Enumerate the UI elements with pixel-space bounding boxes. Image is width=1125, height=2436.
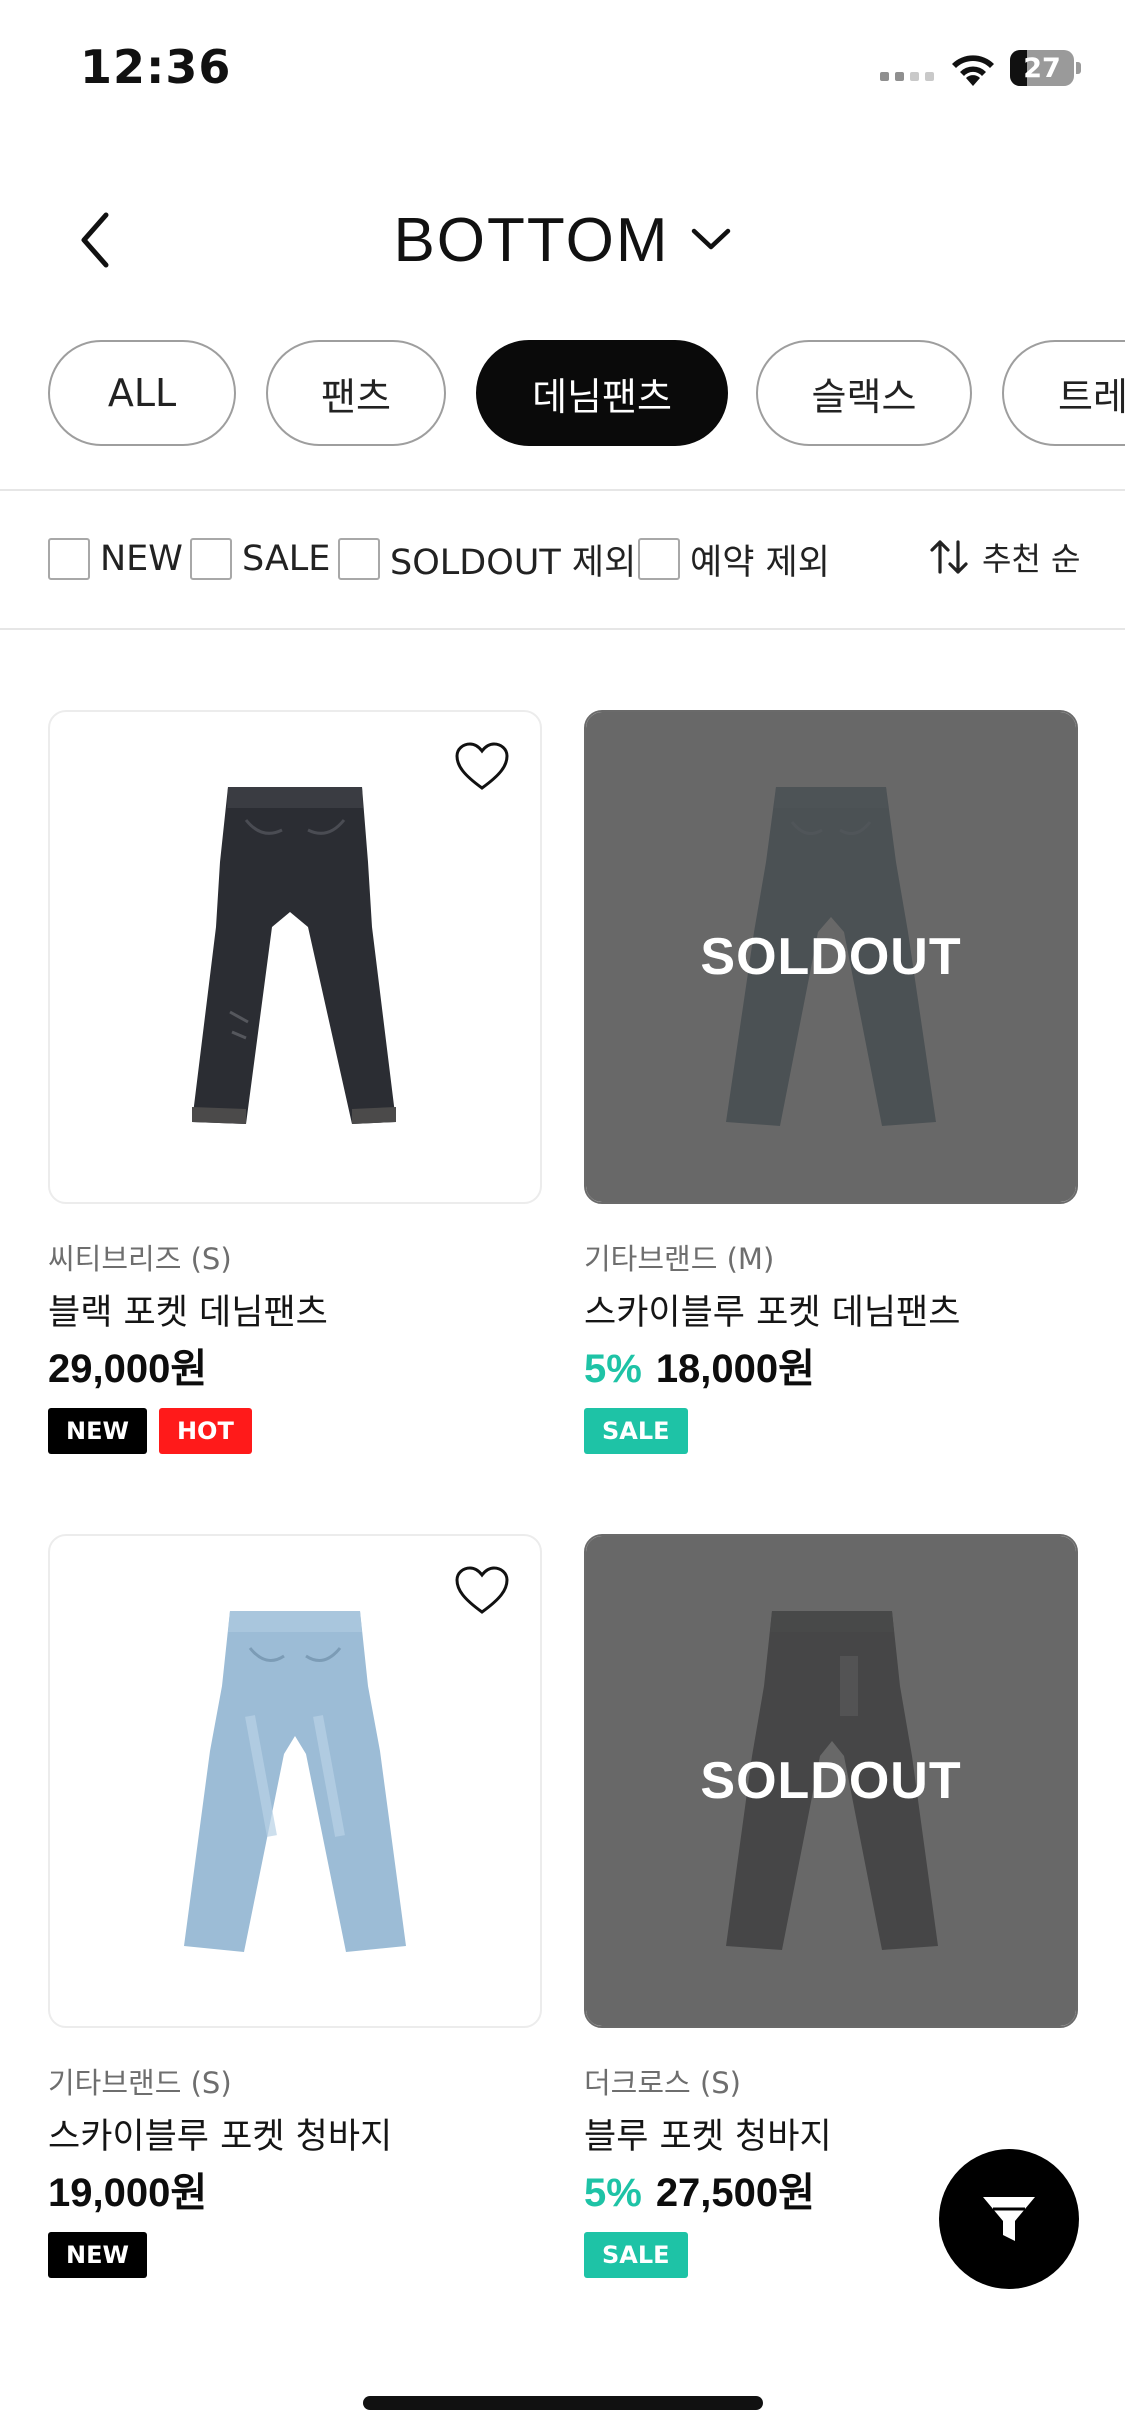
category-chip-bar: ALL 팬츠 데님팬츠 슬랙스 트레 [0,340,1125,448]
divider [0,628,1125,630]
checkbox[interactable] [338,538,380,580]
product-image[interactable]: SOLDOUT [584,710,1078,1204]
product-brand: 기타브랜드 (S) [48,2066,232,2100]
battery-level: 27 [1023,52,1061,84]
filter-exclude-reservation[interactable]: 예약 제외 [638,536,830,583]
product-price: 18,000원 [655,1347,815,1391]
price-row: 5% 27,500원 [584,2160,815,2218]
chip-pants[interactable]: 팬츠 [266,340,446,446]
discount-rate: 5% [584,2171,642,2215]
wifi-icon [952,55,994,86]
product-price: 19,000원 [48,2171,208,2215]
filter-fab-button[interactable] [939,2149,1079,2289]
chevron-down-icon [691,228,730,250]
filter-label: 예약 제외 [690,542,830,583]
badge-hot: HOT [158,1408,252,1454]
product-name[interactable]: 스카이블루 포켓 데님팬츠 [584,1284,960,1335]
soldout-overlay: SOLDOUT [586,1536,1076,2026]
battery-cap [1076,62,1081,74]
filter-label: SALE [242,539,331,579]
chip-denim-pants[interactable]: 데님팬츠 [476,340,728,446]
product-image[interactable] [48,1534,542,2028]
sort-arrows-icon [930,540,968,574]
filter-new[interactable]: NEW [48,536,183,582]
product-brand: 더크로스 (S) [584,2066,741,2100]
product-brand: 씨티브리즈 (S) [48,1242,232,1276]
divider [0,489,1125,491]
cellular-signal-icon [880,72,934,81]
checkbox[interactable] [190,538,232,580]
badge-new: NEW [48,2232,147,2278]
app-screen: 12:36 27 BOTTOM ALL 팬츠 데님팬츠 슬랙스 트레 NEW S… [0,0,1125,2436]
product-brand: 기타브랜드 (M) [584,1242,775,1276]
heart-icon[interactable] [454,742,510,792]
sort-button[interactable]: 추천 순 [928,532,1081,582]
badge-group: NEW [48,2232,147,2278]
sort-label: 추천 순 [982,540,1081,578]
battery-icon: 27 [1010,50,1074,86]
filter-funnel-icon [983,2197,1035,2241]
product-price: 27,500원 [655,2171,815,2215]
badge-group: SALE [584,2232,688,2278]
category-title-dropdown[interactable]: BOTTOM [0,190,1125,290]
product-name[interactable]: 스카이블루 포켓 청바지 [48,2108,392,2159]
page-title: BOTTOM [393,205,670,275]
filter-exclude-soldout[interactable]: SOLDOUT 제외 [338,536,637,583]
chip-slacks[interactable]: 슬랙스 [756,340,972,446]
chip-training[interactable]: 트레 [1002,340,1125,446]
product-price: 29,000원 [48,1347,208,1391]
product-name[interactable]: 블루 포켓 청바지 [584,2108,832,2159]
heart-icon[interactable] [454,1566,510,1616]
status-time: 12:36 [80,40,232,94]
badge-group: SALE [584,1408,688,1454]
price-row: 19,000원 [48,2160,207,2218]
product-image[interactable]: SOLDOUT [584,1534,1078,2028]
product-name[interactable]: 블랙 포켓 데님팬츠 [48,1284,328,1335]
checkbox[interactable] [638,538,680,580]
filter-label: SOLDOUT 제외 [390,542,637,583]
home-indicator [363,2396,763,2410]
filter-label: NEW [100,539,183,579]
price-row: 29,000원 [48,1336,207,1394]
filter-sale[interactable]: SALE [190,536,330,582]
chip-all[interactable]: ALL [48,340,236,446]
price-row: 5% 18,000원 [584,1336,815,1394]
product-image[interactable] [48,710,542,1204]
badge-new: NEW [48,1408,147,1454]
checkbox[interactable] [48,538,90,580]
badge-sale: SALE [584,1408,688,1454]
soldout-overlay: SOLDOUT [586,712,1076,1202]
soldout-label: SOLDOUT [700,928,962,986]
soldout-label: SOLDOUT [700,1752,962,1810]
badge-sale: SALE [584,2232,688,2278]
badge-group: NEW HOT [48,1408,252,1454]
discount-rate: 5% [584,1347,642,1391]
